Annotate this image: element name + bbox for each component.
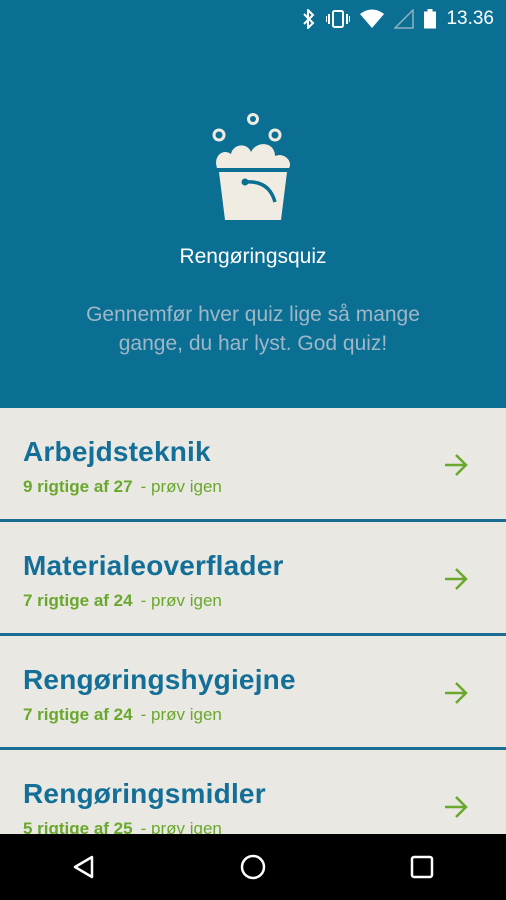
back-icon[interactable] xyxy=(54,837,114,897)
arrow-right-icon[interactable] xyxy=(443,566,469,592)
quiz-list: Arbejdsteknik 9 rigtige af 27 - prøv igen… xyxy=(0,408,506,834)
intro-text: Gennemfør hver quiz lige så mange gange,… xyxy=(86,303,420,355)
battery-icon xyxy=(424,9,437,29)
navigation-bar xyxy=(0,834,506,900)
home-icon[interactable] xyxy=(223,837,283,897)
quiz-item-rengoringsmidler[interactable]: Rengøringsmidler 5 rigtige af 25 - prøv i… xyxy=(0,750,506,834)
quiz-score: 7 rigtige af 24 - prøv igen xyxy=(23,705,222,725)
status-time: 13.36 xyxy=(446,8,494,29)
score-text: 5 rigtige af 25 xyxy=(23,819,133,834)
arrow-right-icon[interactable] xyxy=(443,452,469,478)
quiz-title: Materialeoverflader xyxy=(23,550,284,581)
quiz-item-arbejdsteknik[interactable]: Arbejdsteknik 9 rigtige af 27 - prøv igen xyxy=(0,408,506,522)
bucket-icon xyxy=(209,110,297,225)
signal-icon xyxy=(394,9,415,29)
quiz-score: 5 rigtige af 25 - prøv igen xyxy=(23,819,222,834)
wifi-icon xyxy=(360,9,385,29)
quiz-item-materialeoverflader[interactable]: Materialeoverflader 7 rigtige af 24 - prø… xyxy=(0,522,506,636)
quiz-score: 7 rigtige af 24 - prøv igen xyxy=(23,591,222,611)
quiz-title: Arbejdsteknik xyxy=(23,436,211,467)
retry-link[interactable]: - prøv igen xyxy=(141,819,222,834)
arrow-right-icon[interactable] xyxy=(443,794,469,820)
score-text: 7 rigtige af 24 xyxy=(23,591,133,610)
retry-link[interactable]: - prøv igen xyxy=(141,705,222,724)
arrow-right-icon[interactable] xyxy=(443,680,469,706)
quiz-title: Rengøringsmidler xyxy=(23,778,266,809)
quiz-item-rengoringshygiejne[interactable]: Rengøringshygiejne 7 rigtige af 24 - prøv… xyxy=(0,636,506,750)
quiz-title: Rengøringshygiejne xyxy=(23,664,296,695)
app-title: Rengøringsquiz xyxy=(179,245,327,268)
header: Rengøringsquiz Gennemfør hver quiz lige … xyxy=(0,38,506,408)
retry-link[interactable]: - prøv igen xyxy=(141,477,222,496)
retry-link[interactable]: - prøv igen xyxy=(141,591,222,610)
recents-icon[interactable] xyxy=(392,837,452,897)
quiz-score: 9 rigtige af 27 - prøv igen xyxy=(23,477,222,497)
score-text: 9 rigtige af 27 xyxy=(23,477,133,496)
bluetooth-icon xyxy=(302,9,316,29)
status-bar: 13.36 xyxy=(0,0,506,38)
vibrate-icon xyxy=(326,9,351,29)
score-text: 7 rigtige af 24 xyxy=(23,705,133,724)
